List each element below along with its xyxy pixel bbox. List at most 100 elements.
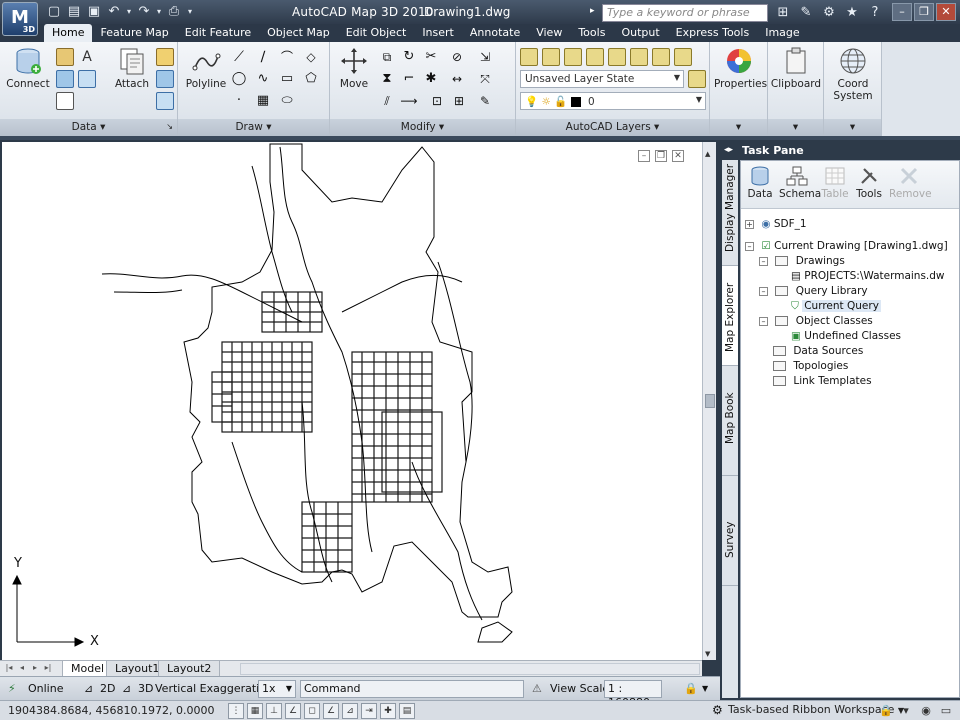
tools-tool-button[interactable]: Tools bbox=[853, 165, 885, 200]
drawing-minimize-icon[interactable]: – bbox=[638, 150, 650, 162]
tab-edit-feature[interactable]: Edit Feature bbox=[177, 24, 259, 42]
online-icon[interactable]: ⚡ bbox=[8, 681, 16, 697]
mirror-icon[interactable]: ⧗ bbox=[378, 70, 396, 88]
current-layer-dropdown[interactable]: 💡 ☼ 🔓 0 ▼ bbox=[520, 92, 706, 110]
layer-state-manager-icon[interactable] bbox=[688, 70, 706, 88]
panel-launcher-icon[interactable]: ↘ bbox=[166, 119, 173, 135]
arc-icon[interactable]: ⌒ bbox=[278, 48, 296, 66]
drawing-close-icon[interactable]: ✕ bbox=[672, 150, 684, 162]
define-query-icon[interactable] bbox=[78, 70, 96, 88]
layer-walk-icon[interactable] bbox=[674, 48, 692, 66]
tab-image[interactable]: Image bbox=[757, 24, 807, 42]
tab-output[interactable]: Output bbox=[613, 24, 667, 42]
layer-state-dropdown[interactable]: Unsaved Layer State ▼ bbox=[520, 70, 684, 88]
polygon-icon[interactable]: ⬠ bbox=[302, 70, 320, 88]
scale-icon[interactable]: ⊡ bbox=[428, 92, 446, 110]
prev-tab-icon[interactable]: ◂ bbox=[17, 662, 27, 674]
otrack-icon[interactable]: ∠ bbox=[323, 703, 339, 719]
help-icon[interactable]: ? bbox=[866, 4, 884, 22]
collapse-icon[interactable]: – bbox=[759, 286, 768, 296]
search-expand-icon[interactable]: ▸ bbox=[590, 6, 595, 16]
point-icon[interactable]: · bbox=[230, 92, 248, 110]
tree-node-link-templates[interactable]: Link Templates bbox=[773, 374, 872, 389]
move-button[interactable]: Move bbox=[334, 46, 374, 90]
panel-properties-label[interactable]: ▾ bbox=[710, 119, 767, 136]
circle-icon[interactable]: ◯ bbox=[230, 70, 248, 88]
tab-display-manager[interactable]: Display Manager bbox=[722, 160, 738, 266]
layer-previous-icon[interactable] bbox=[652, 48, 670, 66]
view-scale-input[interactable]: 1 : 160880 bbox=[604, 680, 662, 709]
tree-node-current-drawing[interactable]: – ☑ Current Drawing [Drawing1.dwg] bbox=[745, 239, 948, 254]
offset-icon[interactable]: ⫽ bbox=[378, 92, 396, 110]
tree-node-data-sources[interactable]: Data Sources bbox=[773, 344, 863, 359]
schema-tool-button[interactable]: Schema bbox=[779, 165, 821, 200]
clipboard-button[interactable]: Clipboard bbox=[770, 46, 822, 90]
break-icon[interactable]: ↔ bbox=[448, 70, 466, 88]
tree-node-topologies[interactable]: Topologies bbox=[773, 359, 848, 374]
workspace-gear-icon[interactable]: ⚙ bbox=[712, 703, 723, 717]
collapse-icon[interactable]: – bbox=[759, 316, 768, 326]
extend-icon[interactable]: ⟶ bbox=[400, 92, 418, 110]
tab-survey[interactable]: Survey bbox=[722, 476, 738, 586]
collapse-icon[interactable]: – bbox=[759, 256, 768, 266]
horizontal-scrollbar[interactable] bbox=[240, 663, 700, 675]
tab-insert[interactable]: Insert bbox=[414, 24, 462, 42]
2d-icon[interactable]: ⊿ bbox=[84, 681, 93, 697]
panel-clipboard-label[interactable]: ▾ bbox=[768, 119, 823, 136]
data-tool-button[interactable]: Data bbox=[745, 165, 775, 200]
polyline-button[interactable]: Polyline bbox=[182, 46, 230, 90]
tab-object-map[interactable]: Object Map bbox=[259, 24, 338, 42]
first-tab-icon[interactable]: |◂ bbox=[4, 662, 14, 674]
layer-match-icon[interactable] bbox=[630, 48, 648, 66]
tree-node-projects[interactable]: ▤ PROJECTS:\Watermains.dw bbox=[791, 269, 945, 284]
explode-icon[interactable]: ✱ bbox=[422, 70, 440, 88]
rotate-icon[interactable]: ↻ bbox=[400, 48, 418, 66]
minimize-icon[interactable]: – bbox=[892, 3, 912, 21]
expand-icon[interactable]: + bbox=[745, 219, 754, 229]
command-input[interactable]: Command bbox=[300, 680, 524, 698]
table-icon[interactable] bbox=[56, 92, 74, 110]
create-icon[interactable] bbox=[56, 48, 74, 66]
panel-layers-label[interactable]: AutoCAD Layers ▾ bbox=[516, 119, 709, 136]
tab-map-book[interactable]: Map Book bbox=[722, 366, 738, 476]
properties-button[interactable]: Properties bbox=[714, 46, 767, 90]
tab-tools[interactable]: Tools bbox=[570, 24, 613, 42]
grid-icon[interactable]: ▦ bbox=[247, 703, 263, 719]
coord-system-button[interactable]: Coord System bbox=[826, 46, 880, 102]
construction-line-icon[interactable]: ∕ bbox=[254, 48, 272, 66]
close-icon[interactable]: ✕ bbox=[936, 3, 956, 21]
undo-dropdown-icon[interactable]: ▾ bbox=[126, 4, 132, 20]
lineweight-icon[interactable]: ✚ bbox=[380, 703, 396, 719]
task-pane-menu-icon[interactable]: ◂▸ bbox=[724, 145, 733, 155]
online-status[interactable]: Online bbox=[28, 681, 63, 697]
ortho-icon[interactable]: ⊥ bbox=[266, 703, 282, 719]
application-menu-button[interactable]: M 3D bbox=[2, 2, 38, 36]
tree-node-current-query[interactable]: ⛉ Current Query bbox=[791, 299, 881, 314]
tab-view[interactable]: View bbox=[528, 24, 570, 42]
join-icon[interactable]: ⤧ bbox=[476, 70, 494, 88]
tab-annotate[interactable]: Annotate bbox=[462, 24, 528, 42]
tab-edit-object[interactable]: Edit Object bbox=[338, 24, 415, 42]
hatch-icon[interactable]: ▦ bbox=[254, 92, 272, 110]
last-tab-icon[interactable]: ▸| bbox=[43, 662, 53, 674]
panel-draw-label[interactable]: Draw ▾ bbox=[178, 119, 329, 136]
tree-node-drawings[interactable]: – Drawings bbox=[759, 254, 845, 269]
tree-node-undefined-classes[interactable]: ▣ Undefined Classes bbox=[791, 329, 901, 344]
tools-icon[interactable]: ✎ bbox=[797, 4, 815, 22]
property-icon[interactable] bbox=[156, 92, 174, 110]
clean-screen-icon[interactable]: ▭ bbox=[938, 703, 954, 719]
rectangle-icon[interactable]: ▭ bbox=[278, 70, 296, 88]
binoculars-icon[interactable]: ⊞ bbox=[774, 4, 792, 22]
tab-express-tools[interactable]: Express Tools bbox=[668, 24, 758, 42]
3d-icon[interactable]: ⊿ bbox=[122, 681, 131, 697]
cursor-coordinates[interactable]: 1904384.8684, 456810.1972, 0.0000 bbox=[8, 704, 214, 717]
panel-coord-label[interactable]: ▾ bbox=[824, 119, 881, 136]
drawing-restore-icon[interactable]: ❐ bbox=[655, 150, 667, 162]
redo-icon[interactable]: ↷ bbox=[136, 4, 152, 20]
tab-feature-map[interactable]: Feature Map bbox=[92, 24, 176, 42]
table-tool-button[interactable]: Table bbox=[819, 165, 851, 200]
filter-icon[interactable] bbox=[156, 48, 174, 66]
ellipse-icon[interactable]: ⬭ bbox=[278, 92, 296, 110]
tab-map-explorer[interactable]: Map Explorer bbox=[722, 266, 738, 366]
vertical-exaggeration-dropdown[interactable]: 1x ▼ bbox=[258, 680, 296, 698]
